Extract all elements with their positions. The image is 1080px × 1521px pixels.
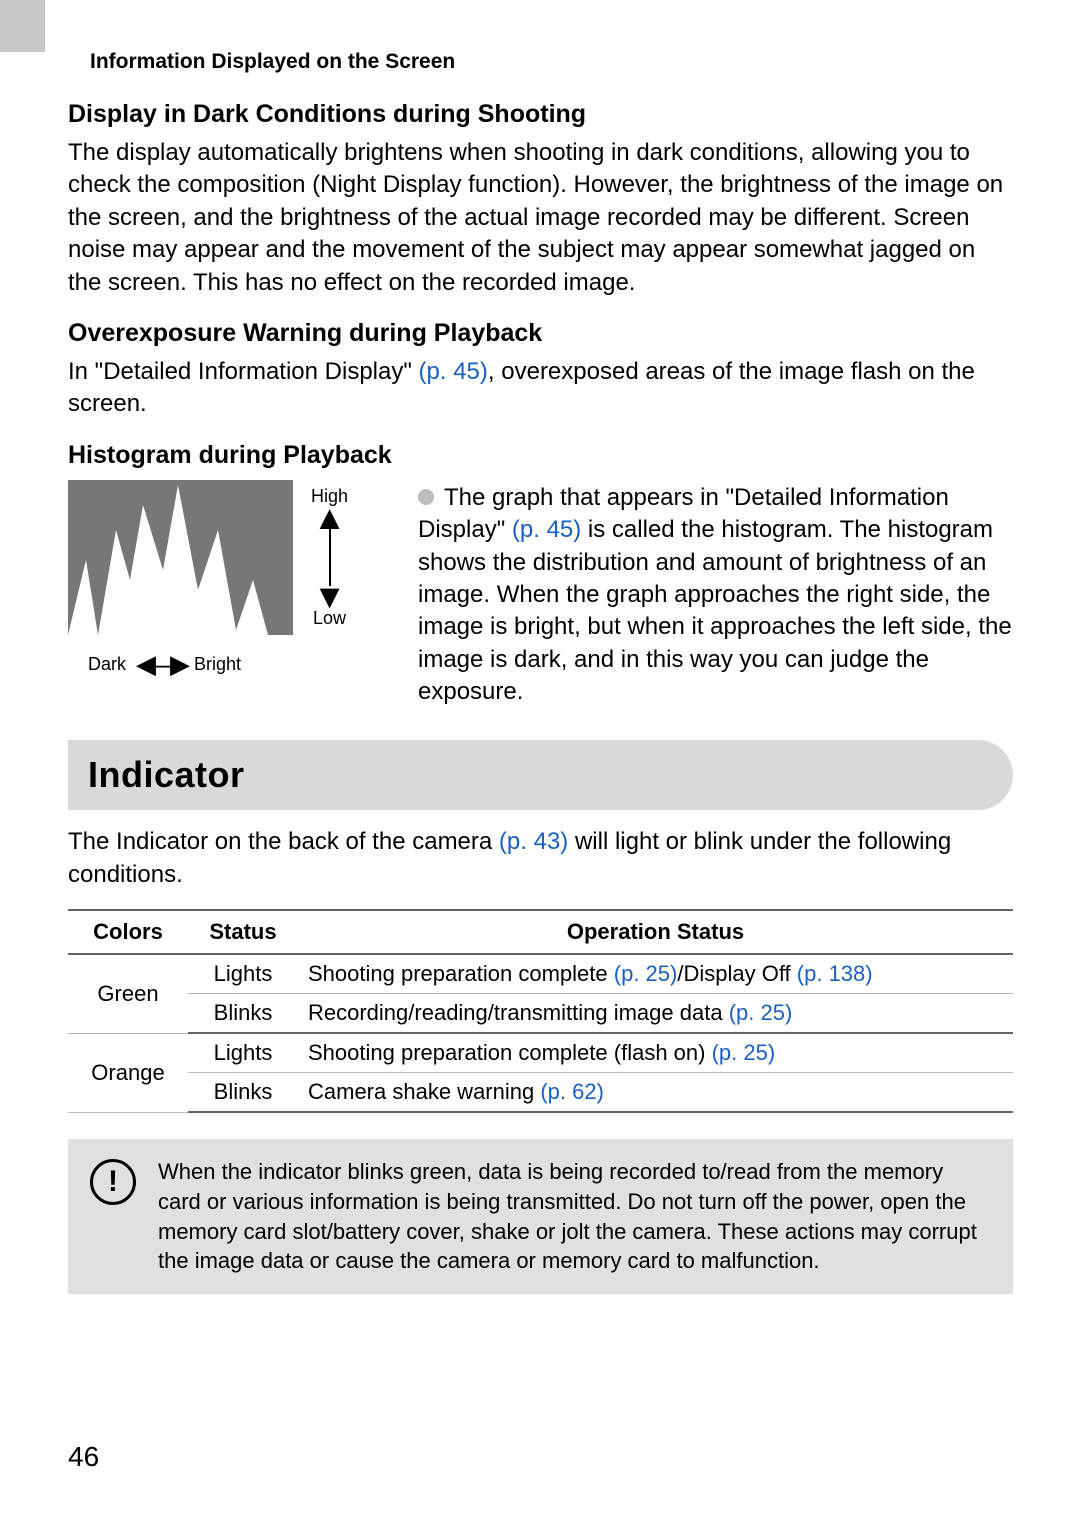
arrow-down-icon: ▼ [313,586,347,608]
heading-dark: Display in Dark Conditions during Shooti… [68,100,1013,129]
histogram-description: The graph that appears in "Detailed Info… [418,480,1013,709]
heading-histogram: Histogram during Playback [68,441,1013,470]
bullet-icon [418,489,434,505]
histogram-graph [68,480,293,635]
cell-status: Blinks [188,1073,298,1113]
section-overexposure: Overexposure Warning during Playback In … [68,319,1013,421]
indicator-title: Indicator [88,754,245,795]
body-dark: The display automatically brightens when… [68,137,1013,299]
cell-op: Shooting preparation complete (p. 25)/Di… [298,954,1013,994]
op-text: /Display Off [677,961,796,986]
caution-box: ! When the indicator blinks green, data … [68,1139,1013,1294]
page-content: Display in Dark Conditions during Shooti… [68,100,1013,1294]
link-p25-c[interactable]: (p. 25) [712,1040,776,1065]
histogram-desc-suffix: is called the histogram. The histogram s… [418,516,1012,705]
heading-overexposure: Overexposure Warning during Playback [68,319,1013,348]
link-p45-a[interactable]: (p. 45) [419,358,488,385]
label-low: Low [313,608,346,629]
histogram-svg [68,480,293,635]
running-header: Information Displayed on the Screen [90,50,455,74]
cell-color-orange: Orange [68,1033,188,1112]
op-text: Shooting preparation complete (flash on) [308,1040,712,1065]
dark-bright-row: Dark ◀—▶ Bright [68,649,388,680]
overexposure-prefix: In "Detailed Information Display" [68,358,419,385]
label-bright: Bright [194,654,241,675]
histogram-figure: High ▲ ▼ Low Dark ◀—▶ Bright [68,480,388,709]
link-p43[interactable]: (p. 43) [499,828,568,855]
arrow-up-icon: ▲ [313,507,347,529]
indicator-table: Colors Status Operation Status Green Lig… [68,909,1013,1113]
cell-op: Shooting preparation complete (flash on)… [298,1033,1013,1073]
table-header-row: Colors Status Operation Status [68,910,1013,954]
label-dark: Dark [88,654,126,675]
histogram-box: High ▲ ▼ Low [68,480,388,635]
th-operation: Operation Status [298,910,1013,954]
section-dark-conditions: Display in Dark Conditions during Shooti… [68,100,1013,299]
link-p25-b[interactable]: (p. 25) [729,1000,793,1025]
th-colors: Colors [68,910,188,954]
indicator-intro-prefix: The Indicator on the back of the camera [68,828,499,855]
cell-status: Blinks [188,994,298,1034]
cell-status: Lights [188,1033,298,1073]
page-side-tab [0,0,45,52]
op-text: Recording/reading/transmitting image dat… [308,1000,729,1025]
indicator-banner: Indicator [68,740,1013,810]
th-status: Status [188,910,298,954]
link-p62[interactable]: (p. 62) [540,1079,604,1104]
cell-op: Recording/reading/transmitting image dat… [298,994,1013,1034]
section-histogram: Histogram during Playback High ▲ ▼ [68,441,1013,709]
histogram-vert-labels: High ▲ ▼ Low [311,480,348,635]
cell-color-green: Green [68,954,188,1033]
caution-text: When the indicator blinks green, data is… [158,1157,991,1276]
op-text: Camera shake warning [308,1079,540,1104]
cell-status: Lights [188,954,298,994]
link-p45-b[interactable]: (p. 45) [512,516,581,543]
arrow-left-right-icon: ◀—▶ [136,649,184,680]
cell-op: Camera shake warning (p. 62) [298,1073,1013,1113]
caution-icon: ! [90,1159,136,1205]
link-p25-a[interactable]: (p. 25) [614,961,678,986]
histogram-layout: High ▲ ▼ Low Dark ◀—▶ Bright The graph t… [68,480,1013,709]
link-p138[interactable]: (p. 138) [797,961,873,986]
table-row: Blinks Recording/reading/transmitting im… [68,994,1013,1034]
table-row: Blinks Camera shake warning (p. 62) [68,1073,1013,1113]
body-overexposure: In "Detailed Information Display" (p. 45… [68,356,1013,421]
table-row: Orange Lights Shooting preparation compl… [68,1033,1013,1073]
table-row: Green Lights Shooting preparation comple… [68,954,1013,994]
indicator-intro: The Indicator on the back of the camera … [68,826,1013,891]
page-number: 46 [68,1441,99,1473]
op-text: Shooting preparation complete [308,961,614,986]
